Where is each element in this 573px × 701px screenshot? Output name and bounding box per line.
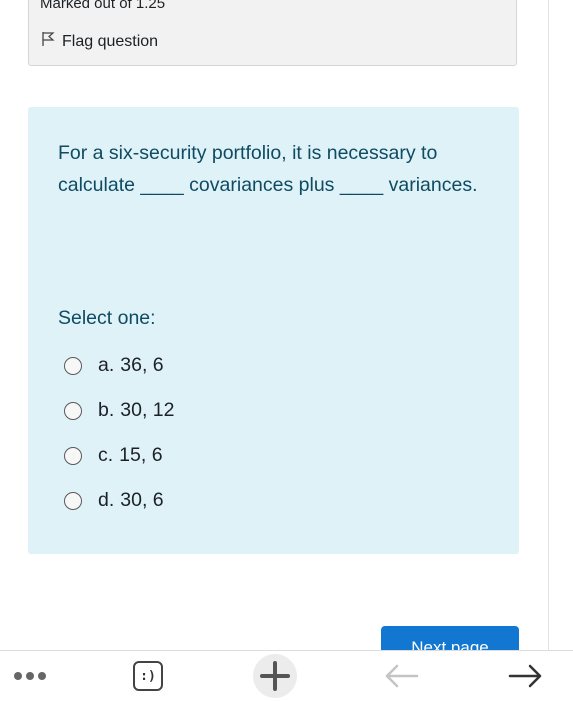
- new-tab-plus-icon[interactable]: [248, 651, 302, 701]
- question-text: For a six-security portfolio, it is nece…: [58, 142, 478, 196]
- flag-question-label: Flag question: [62, 32, 159, 50]
- select-one-prompt: Select one:: [58, 307, 156, 329]
- answer-option-b[interactable]: b. 30, 12: [64, 388, 174, 433]
- flag-icon: [40, 31, 62, 52]
- more-icon[interactable]: [10, 651, 54, 701]
- radio-button-b[interactable]: [64, 401, 82, 420]
- question-content-panel: For a six-security portfolio, it is nece…: [28, 107, 519, 554]
- question-info-panel: Marked out of 1.25 Flag question: [28, 0, 517, 66]
- flag-question-link[interactable]: Flag question: [40, 31, 158, 52]
- option-letter: d.: [98, 489, 115, 511]
- radio-button-a[interactable]: [64, 356, 82, 375]
- option-letter: a.: [98, 354, 115, 376]
- back-arrow-icon[interactable]: [380, 651, 422, 701]
- browser-bottom-toolbar: :): [0, 650, 573, 700]
- emoji-tab-glyph: :): [133, 661, 163, 691]
- option-letter: c.: [98, 444, 114, 466]
- answer-option-c[interactable]: c. 15, 6: [64, 433, 174, 478]
- option-text: 30, 6: [120, 489, 164, 511]
- option-letter: b.: [98, 399, 115, 421]
- answer-options: a. 36, 6 b. 30, 12 c. 15, 6 d. 30, 6: [64, 343, 174, 523]
- forward-arrow-icon[interactable]: [505, 651, 547, 701]
- radio-button-d[interactable]: [64, 491, 82, 510]
- option-text: 30, 12: [120, 399, 175, 421]
- emoji-tab-icon[interactable]: :): [128, 651, 168, 701]
- marked-out-of-label: Marked out of 1.25: [40, 0, 166, 12]
- option-text: 36, 6: [120, 354, 164, 376]
- answer-option-d[interactable]: d. 30, 6: [64, 478, 174, 523]
- answer-option-a[interactable]: a. 36, 6: [64, 343, 174, 388]
- radio-button-c[interactable]: [64, 446, 82, 465]
- option-text: 15, 6: [119, 444, 163, 466]
- page-right-divider: [548, 0, 549, 650]
